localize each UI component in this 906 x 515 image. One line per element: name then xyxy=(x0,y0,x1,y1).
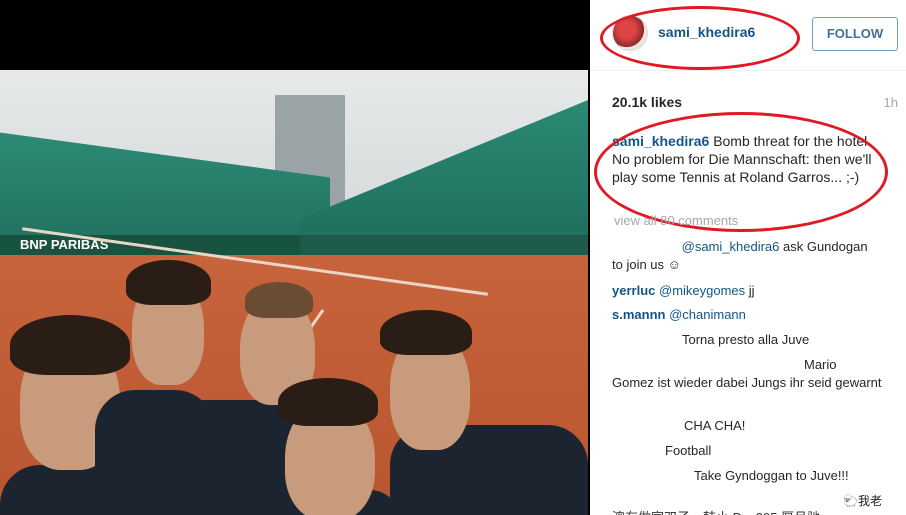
likes-count[interactable]: 20.1k likes xyxy=(612,94,682,110)
comment: yerrluc @mikeygomes jj xyxy=(612,282,882,300)
follow-button[interactable]: FOLLOW xyxy=(812,17,898,51)
comment-username-link[interactable]: s.mannn xyxy=(612,307,665,322)
comment-text: CHA CHA! xyxy=(684,418,746,433)
comment-text: Football xyxy=(665,443,712,458)
post-time[interactable]: 1h xyxy=(884,95,898,110)
comment-text: Torna presto alla Juve xyxy=(682,332,810,347)
comment: s.mannn @chanimann xyxy=(612,306,882,324)
post-header: sami_khedira6 FOLLOW xyxy=(590,0,906,71)
comment-text: Mario Gomez ist wieder dabei Jungs ihr s… xyxy=(612,357,882,390)
cut-off-comment: 澳有做家双子 韩小 Dav395 厚月驰 xyxy=(612,507,872,515)
mention-link[interactable]: @chanimann xyxy=(669,307,746,322)
comment: @sami_khedira6 ask Gundogan to join us ☺ xyxy=(612,238,882,274)
view-all-comments-link[interactable]: view all 80 comments xyxy=(614,213,738,228)
comment-username-link[interactable]: yerrluc xyxy=(612,283,655,298)
comment-text: Take Gyndoggan to Juve!!! xyxy=(694,468,849,483)
team-selfie-image: BNP PARIBAS xyxy=(0,70,588,515)
post-sidebar: sami_khedira6 FOLLOW 20.1k likes 1h sami… xyxy=(590,0,906,515)
post-photo[interactable]: BNP PARIBAS xyxy=(0,0,590,515)
mention-link[interactable]: @mikeygomes xyxy=(659,283,745,298)
red-highlight-oval xyxy=(600,6,800,70)
mention-link[interactable]: @sami_khedira6 xyxy=(682,239,780,254)
comment-text: jj xyxy=(748,283,755,298)
